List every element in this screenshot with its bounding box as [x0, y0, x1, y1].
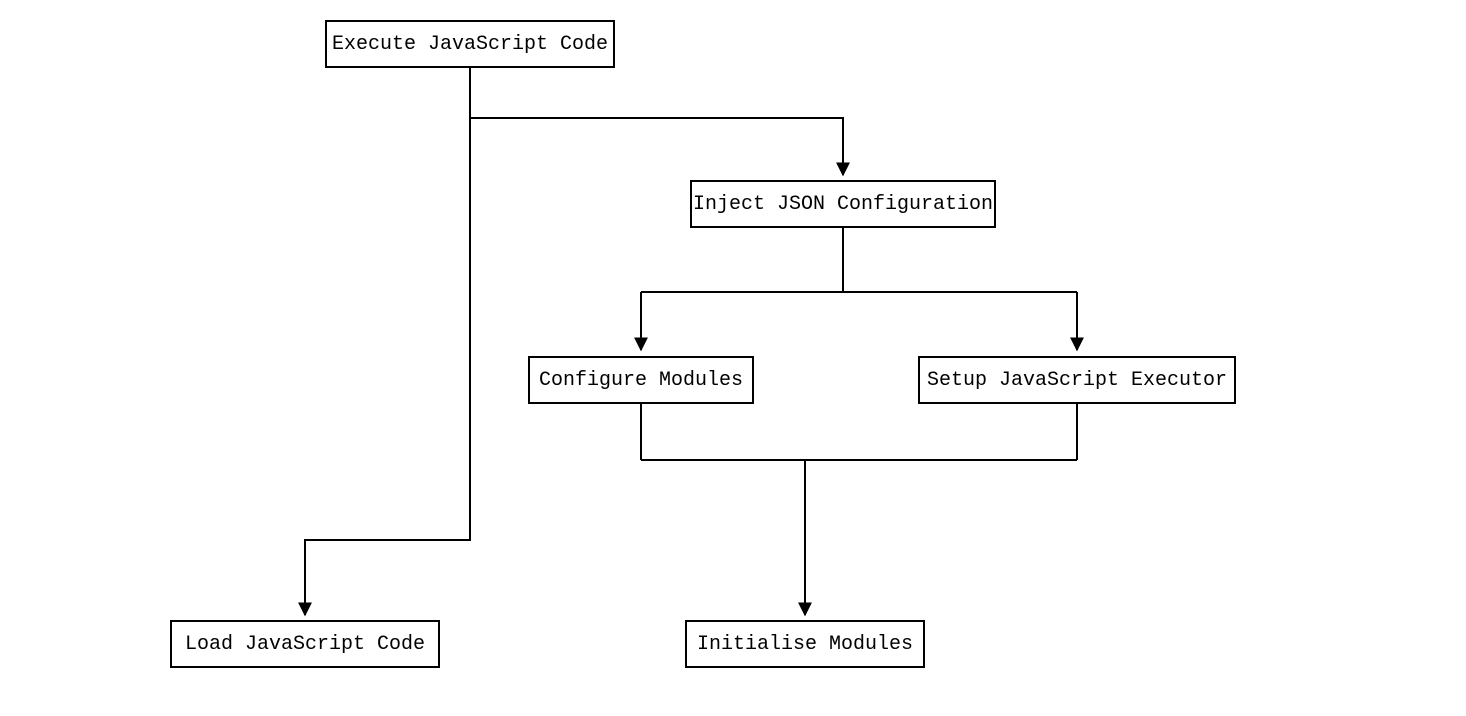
node-setup-javascript-executor: Setup JavaScript Executor: [918, 356, 1236, 404]
node-label: Setup JavaScript Executor: [927, 369, 1227, 392]
node-label: Inject JSON Configuration: [693, 193, 993, 216]
node-configure-modules: Configure Modules: [528, 356, 754, 404]
node-inject-json-configuration: Inject JSON Configuration: [690, 180, 996, 228]
node-label: Load JavaScript Code: [185, 633, 425, 656]
node-label: Configure Modules: [539, 369, 743, 392]
node-initialise-modules: Initialise Modules: [685, 620, 925, 668]
node-label: Initialise Modules: [697, 633, 913, 656]
diagram-canvas: Execute JavaScript Code Inject JSON Conf…: [0, 0, 1466, 716]
node-label: Execute JavaScript Code: [332, 33, 608, 56]
node-load-javascript-code: Load JavaScript Code: [170, 620, 440, 668]
node-execute-javascript-code: Execute JavaScript Code: [325, 20, 615, 68]
